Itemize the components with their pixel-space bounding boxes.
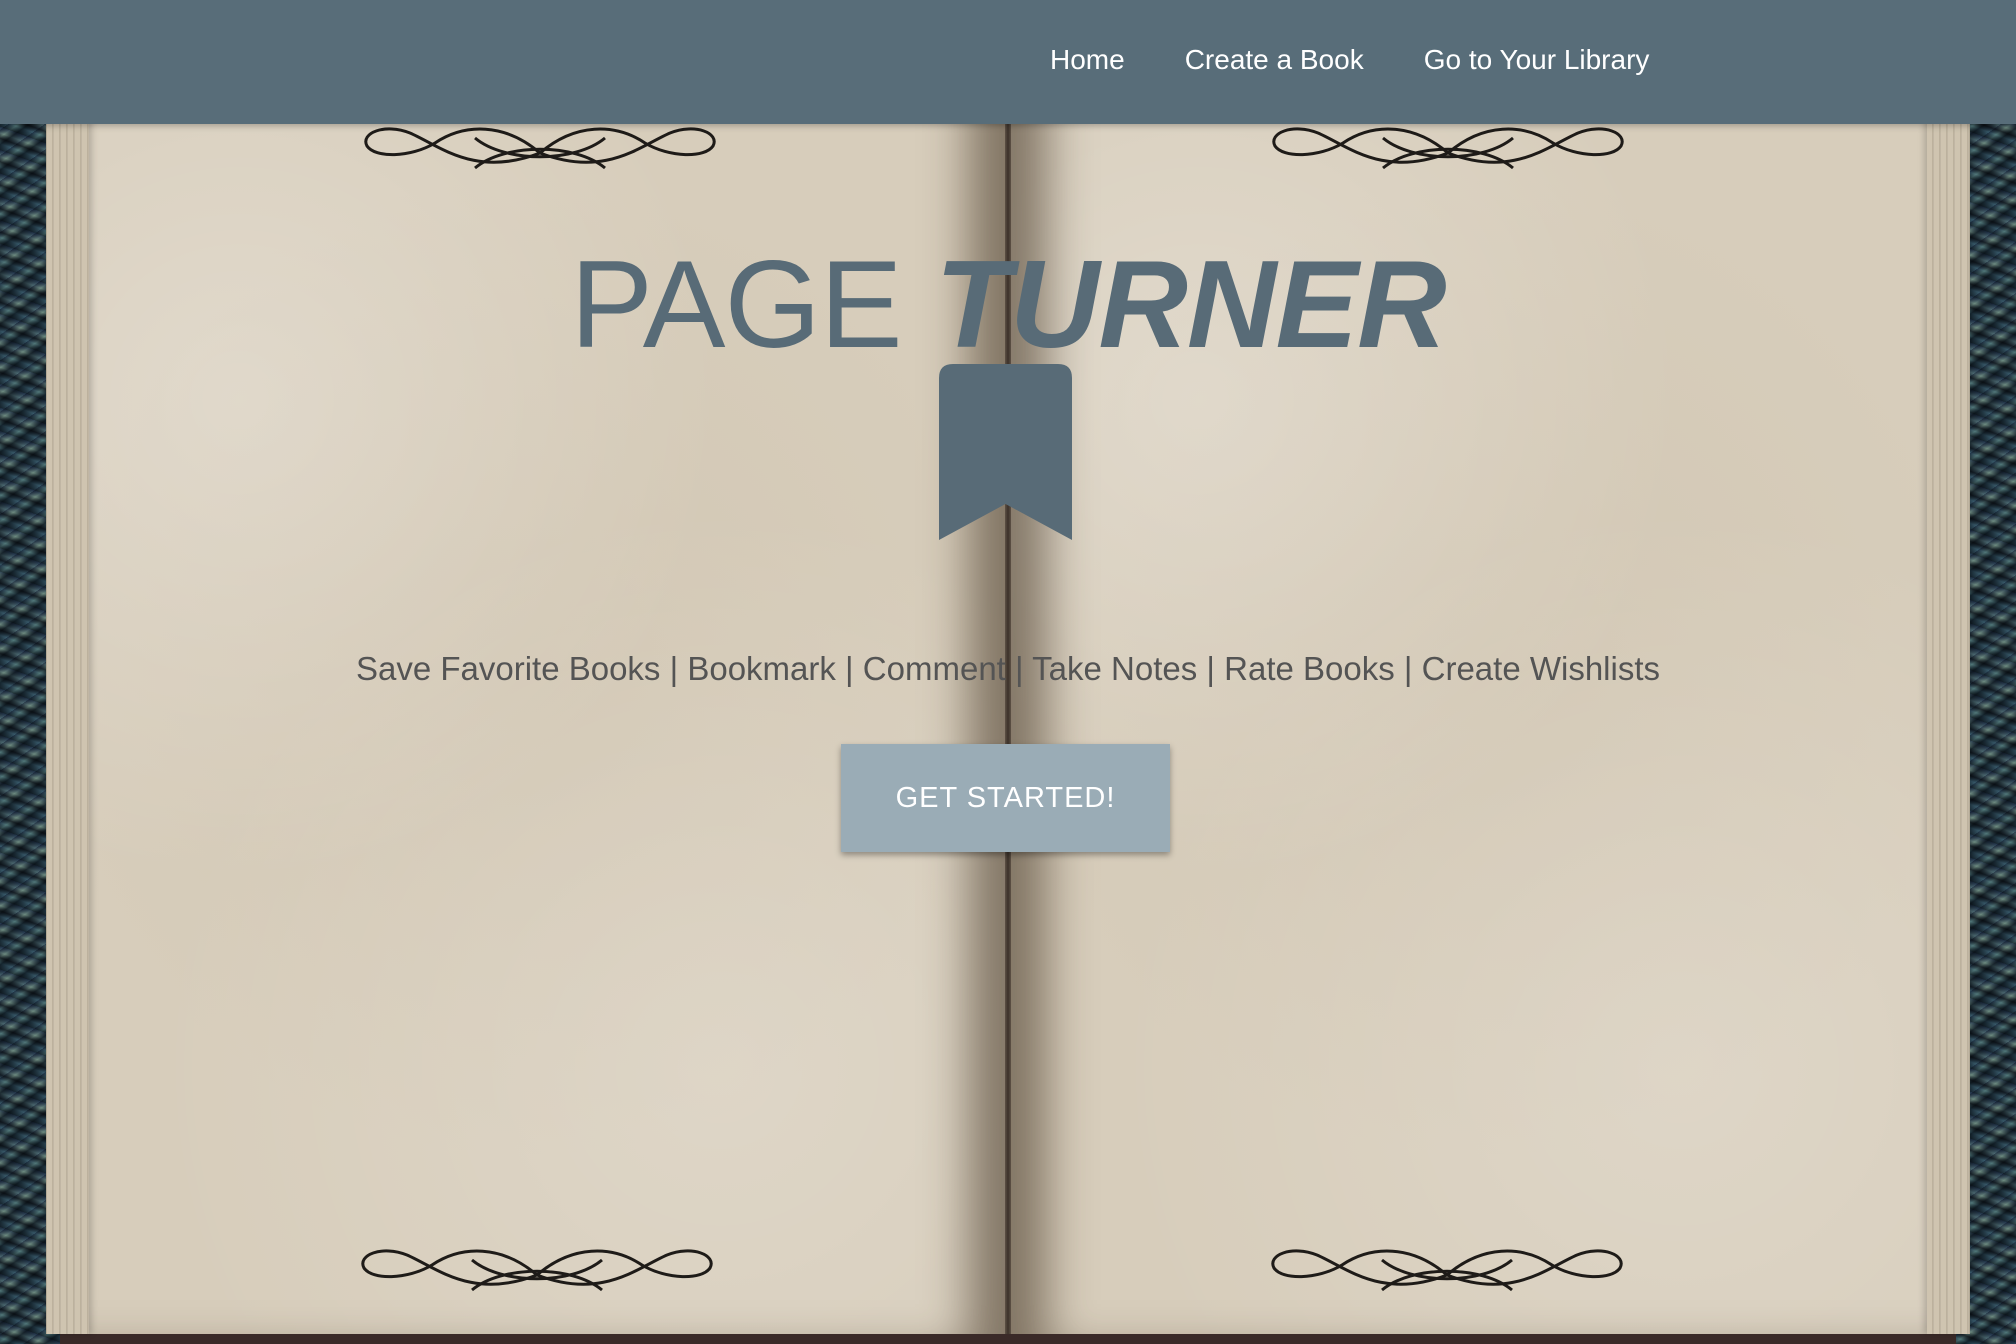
title-part-turner: TURNER — [935, 236, 1447, 374]
flourish-ornament — [1263, 118, 1633, 188]
get-started-button[interactable]: GET STARTED! — [841, 744, 1170, 852]
top-navbar: Home Create a Book Go to Your Library — [0, 0, 2016, 124]
nav-link-create-book[interactable]: Create a Book — [1185, 40, 1364, 80]
flourish-ornament — [352, 1240, 722, 1310]
feature-list: Save Favorite Books | Bookmark | Comment… — [355, 650, 1661, 687]
page-title: PAGE TURNER — [0, 235, 2016, 375]
flourish-ornament — [355, 118, 725, 188]
title-part-page: PAGE — [570, 236, 902, 374]
flourish-ornament — [1262, 1240, 1632, 1310]
bookmark-icon — [939, 364, 1072, 540]
nav-links: Home Create a Book Go to Your Library — [1050, 40, 1709, 80]
nav-link-library[interactable]: Go to Your Library — [1424, 40, 1650, 80]
nav-link-home[interactable]: Home — [1050, 40, 1125, 80]
